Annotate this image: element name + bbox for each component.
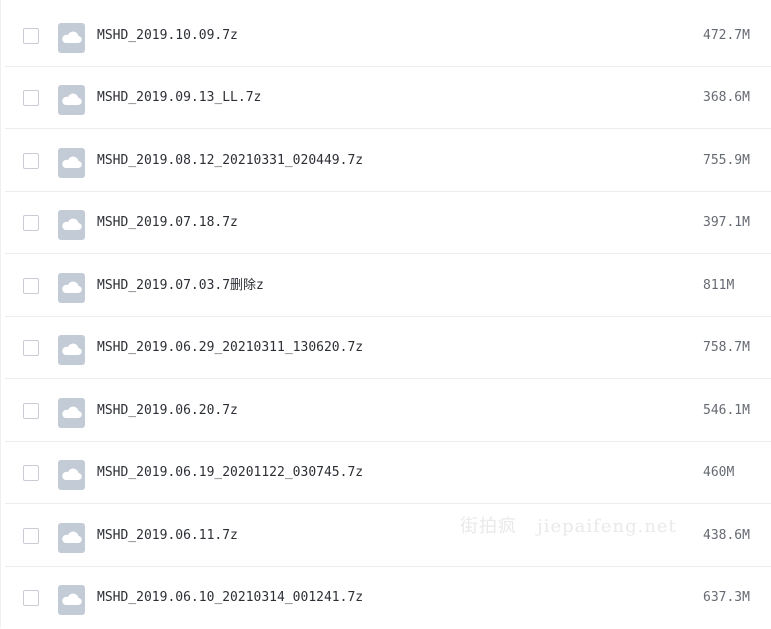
- cloud-file-icon: [58, 23, 85, 53]
- file-size: 637.3M: [703, 590, 750, 605]
- cloud-file-icon: [58, 460, 85, 490]
- file-row[interactable]: MSHD_2019.06.20.7z 546.1M: [5, 380, 771, 442]
- file-size: 368.6M: [703, 90, 750, 105]
- cloud-file-icon: [58, 210, 85, 240]
- row-checkbox[interactable]: [23, 590, 39, 606]
- file-row[interactable]: MSHD_2019.09.13_LL.7z 368.6M: [5, 67, 771, 129]
- row-checkbox[interactable]: [23, 215, 39, 231]
- row-checkbox[interactable]: [23, 403, 39, 419]
- row-checkbox[interactable]: [23, 153, 39, 169]
- file-row[interactable]: MSHD_2019.07.18.7z 397.1M: [5, 192, 771, 254]
- file-row[interactable]: MSHD_2019.06.11.7z 438.6M: [5, 505, 771, 567]
- file-name[interactable]: MSHD_2019.07.18.7z: [97, 214, 238, 232]
- file-name[interactable]: MSHD_2019.09.13_LL.7z: [97, 89, 261, 107]
- file-size: 397.1M: [703, 215, 750, 230]
- row-checkbox[interactable]: [23, 465, 39, 481]
- row-checkbox[interactable]: [23, 28, 39, 44]
- file-size: 438.6M: [703, 528, 750, 543]
- file-row[interactable]: MSHD_2019.07.03.7删除z 811M: [5, 255, 771, 317]
- file-name[interactable]: MSHD_2019.06.29_20210311_130620.7z: [97, 339, 363, 357]
- cloud-file-icon: [58, 273, 85, 303]
- file-name[interactable]: MSHD_2019.06.10_20210314_001241.7z: [97, 589, 363, 607]
- file-row[interactable]: MSHD_2019.10.09.7z 472.7M: [5, 5, 771, 67]
- file-size: 460M: [703, 465, 735, 480]
- file-row[interactable]: MSHD_2019.08.12_20210331_020449.7z 755.9…: [5, 130, 771, 192]
- row-checkbox[interactable]: [23, 340, 39, 356]
- row-checkbox[interactable]: [23, 278, 39, 294]
- cloud-file-icon: [58, 523, 85, 553]
- cloud-file-icon: [58, 85, 85, 115]
- file-row[interactable]: MSHD_2019.06.10_20210314_001241.7z 637.3…: [5, 567, 771, 629]
- file-name[interactable]: MSHD_2019.06.11.7z: [97, 527, 238, 545]
- file-size: 755.9M: [703, 153, 750, 168]
- file-size: 811M: [703, 278, 735, 293]
- row-checkbox[interactable]: [23, 528, 39, 544]
- file-size: 472.7M: [703, 28, 750, 43]
- file-name[interactable]: MSHD_2019.06.19_20201122_030745.7z: [97, 464, 363, 482]
- cloud-file-icon: [58, 148, 85, 178]
- file-name[interactable]: MSHD_2019.06.20.7z: [97, 402, 238, 420]
- cloud-file-icon: [58, 335, 85, 365]
- file-list: MSHD_2019.10.09.7z 472.7M MSHD_2019.09.1…: [0, 0, 771, 628]
- cloud-file-icon: [58, 585, 85, 615]
- file-name[interactable]: MSHD_2019.10.09.7z: [97, 27, 238, 45]
- row-checkbox[interactable]: [23, 90, 39, 106]
- cloud-file-icon: [58, 398, 85, 428]
- file-size: 546.1M: [703, 403, 750, 418]
- file-size: 758.7M: [703, 340, 750, 355]
- file-name[interactable]: MSHD_2019.07.03.7删除z: [97, 277, 264, 295]
- file-name[interactable]: MSHD_2019.08.12_20210331_020449.7z: [97, 152, 363, 170]
- file-row[interactable]: MSHD_2019.06.29_20210311_130620.7z 758.7…: [5, 317, 771, 379]
- file-row[interactable]: MSHD_2019.06.19_20201122_030745.7z 460M: [5, 442, 771, 504]
